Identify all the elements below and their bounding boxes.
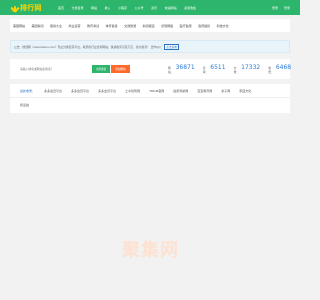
nav-item-fast[interactable]: 快速网站 [165,6,177,10]
nav-item-home[interactable]: 首页 [58,6,64,10]
login-link[interactable]: 登录 [272,6,278,10]
site-link[interactable]: 伯爵导航网 [173,89,188,93]
nav-item-directory[interactable]: 分类目录 [72,6,84,10]
category-item[interactable]: 交通旅游 [124,24,136,28]
category-item[interactable]: 科技文化 [217,24,229,28]
stat-value: 6511 [210,64,226,71]
category-item[interactable]: 驱动大全 [50,24,62,28]
nav-item-resources[interactable]: 资源收集 [184,6,196,10]
announcement-text: 公告：搜懂网（www.tuifeen.com）专业分类目录平台，收录各行业优秀网… [14,44,164,49]
stat-pending: 待审： 6511 [203,64,226,74]
stat-articles: 文章： 17332 [234,64,261,74]
site-link[interactable]: 家园文化 [239,89,251,93]
nav-item-news[interactable]: 资讯 [151,6,157,10]
site-link[interactable]: TMGM官网 [149,89,164,93]
site-stats: 网站： 36871 待审： 6511 文章： 17332 收费： 6468 [168,63,299,75]
copy-button[interactable]: 点击复制 [164,43,180,50]
watermark-logo: 聚集网 [122,236,179,262]
stat-paid: 收费： 6468 [268,64,291,74]
latest-sites-heading: 最新收录： [20,88,36,93]
site-link[interactable]: 多多会员平台 [71,89,89,93]
nav-item-rank[interactable]: 排入 [105,6,111,10]
category-item[interactable]: 德瑞网络 [161,24,173,28]
site-logo[interactable]: 排行网 [9,3,42,13]
site-link[interactable]: 宝宝教育网 [197,89,212,93]
announcement-bar: 公告：搜懂网（www.tuifeen.com）专业分类目录平台，收录各行业优秀网… [10,40,290,53]
site-link[interactable]: 多多会员平台 [98,89,116,93]
nav-item-miniapp[interactable]: 小程序 [118,6,127,10]
category-item[interactable]: 体育健身 [106,24,118,28]
auth-links: 登录 登录 [272,0,290,15]
main-nav: 首页 分类目录 网站 排入 小程序 公众号 资讯 快速网站 资源收集 [58,0,204,15]
watermark-text: 聚集网 [122,240,179,261]
nav-item-official[interactable]: 公众号 [135,6,144,10]
stat-value: 36871 [175,64,195,71]
logo-text: 排行网 [20,4,42,12]
site-link[interactable]: 多多会员平台 [44,89,62,93]
category-item[interactable]: 商业运营 [69,24,81,28]
stat-value: 6468 [275,64,292,71]
category-item[interactable]: 政府组织 [198,24,210,28]
latest-sites-row: 最新收录： 多多会员平台 多多会员平台 多多会员平台 土木建筑网 TMGM官网 … [10,84,290,98]
stat-label: 文章： [233,66,240,74]
nav-item-sites[interactable]: 网站 [91,6,97,10]
latest-sites-panel: 最新收录： 多多会员平台 多多会员平台 多多会员平台 土木建筑网 TMGM官网 … [10,84,290,113]
top-navbar: 排行网 首页 分类目录 网站 排入 小程序 公众号 资讯 快速网站 资源收集 登… [0,0,300,15]
category-item[interactable]: 医疗健康 [180,24,192,28]
register-link[interactable]: 登录 [284,6,290,10]
logo-flame-icon [9,4,20,13]
search-button[interactable]: 立即搜索 [92,65,110,73]
site-link[interactable]: 土木建筑网 [125,89,140,93]
latest-sites-row: 我爱拍 [10,98,290,112]
search-input[interactable] [20,65,80,73]
category-item[interactable]: 美国网站 [13,24,25,28]
stat-value: 17332 [241,64,261,71]
search-panel: 立即搜索 添加网站 网站： 36871 待审： 6511 文章： 17332 收… [10,59,291,79]
category-item[interactable]: 教育考试 [87,24,99,28]
site-link[interactable]: 亲子网 [221,89,230,93]
stat-label: 待审： [202,66,209,74]
category-item[interactable]: 美国新闻 [32,24,44,28]
category-item[interactable]: 新闻报道 [143,24,155,28]
stat-label: 收费： [268,66,274,74]
category-bar: 美国网站 美国新闻 驱动大全 商业运营 教育考试 体育健身 交通旅游 新闻报道 … [10,19,290,32]
stat-sites: 网站： 36871 [168,64,195,74]
add-site-button[interactable]: 添加网站 [111,65,130,73]
stat-label: 网站： [168,66,174,74]
site-link[interactable]: 我爱拍 [20,103,29,107]
